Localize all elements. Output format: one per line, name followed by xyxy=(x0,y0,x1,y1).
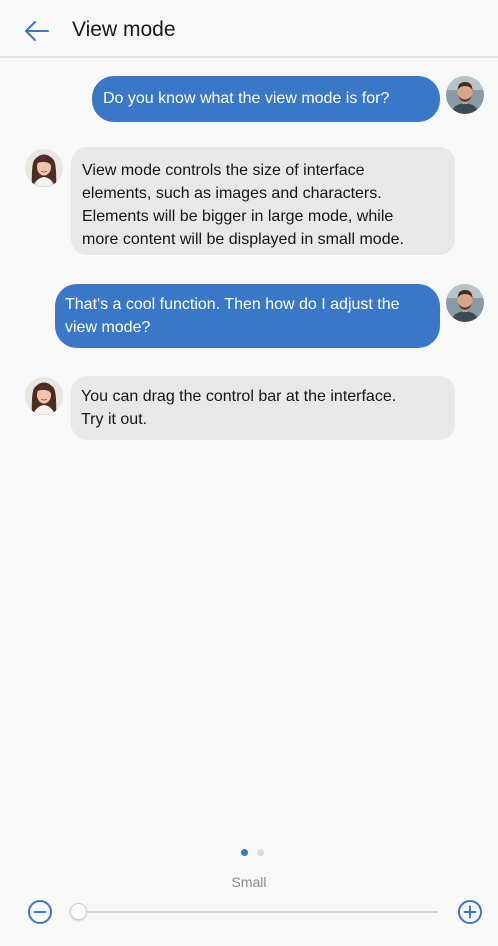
page-dot[interactable] xyxy=(257,849,264,856)
page-title: View mode xyxy=(72,18,176,41)
plus-circle-icon xyxy=(458,900,482,924)
message-text: elements, such as images and characters. xyxy=(82,185,382,202)
message-text: Do you know what the view mode is for? xyxy=(103,90,390,107)
slider-thumb[interactable] xyxy=(70,903,87,920)
arrow-left-icon xyxy=(25,21,49,41)
chat-message-assistant: You can drag the control bar at the inte… xyxy=(71,376,455,440)
view-mode-slider[interactable] xyxy=(70,903,438,920)
assistant-avatar xyxy=(25,377,63,415)
message-text: view mode? xyxy=(65,319,151,336)
message-text: View mode controls the size of interface xyxy=(82,162,365,179)
message-text: You can drag the control bar at the inte… xyxy=(81,388,397,405)
chat-message-assistant: View mode controls the size of interface… xyxy=(71,147,455,255)
chat-message-user: Do you know what the view mode is for? xyxy=(92,76,440,122)
assistant-avatar xyxy=(25,149,63,187)
message-text: more content will be displayed in small … xyxy=(82,231,404,248)
message-text: Elements will be bigger in large mode, w… xyxy=(82,208,394,225)
decrease-size-button[interactable] xyxy=(27,899,53,925)
message-text: That's a cool function. Then how do I ad… xyxy=(65,296,400,313)
chat-message-user: That's a cool function. Then how do I ad… xyxy=(55,284,440,348)
minus-circle-icon xyxy=(28,900,52,924)
page-dot-active[interactable] xyxy=(241,849,248,856)
increase-size-button[interactable] xyxy=(457,899,483,925)
view-mode-label: Small xyxy=(231,874,267,890)
back-button[interactable] xyxy=(22,16,52,46)
page-indicator xyxy=(241,849,264,859)
user-avatar xyxy=(446,76,484,114)
user-avatar xyxy=(446,284,484,322)
message-text: Try it out. xyxy=(81,411,148,428)
app-header: View mode xyxy=(0,0,498,58)
